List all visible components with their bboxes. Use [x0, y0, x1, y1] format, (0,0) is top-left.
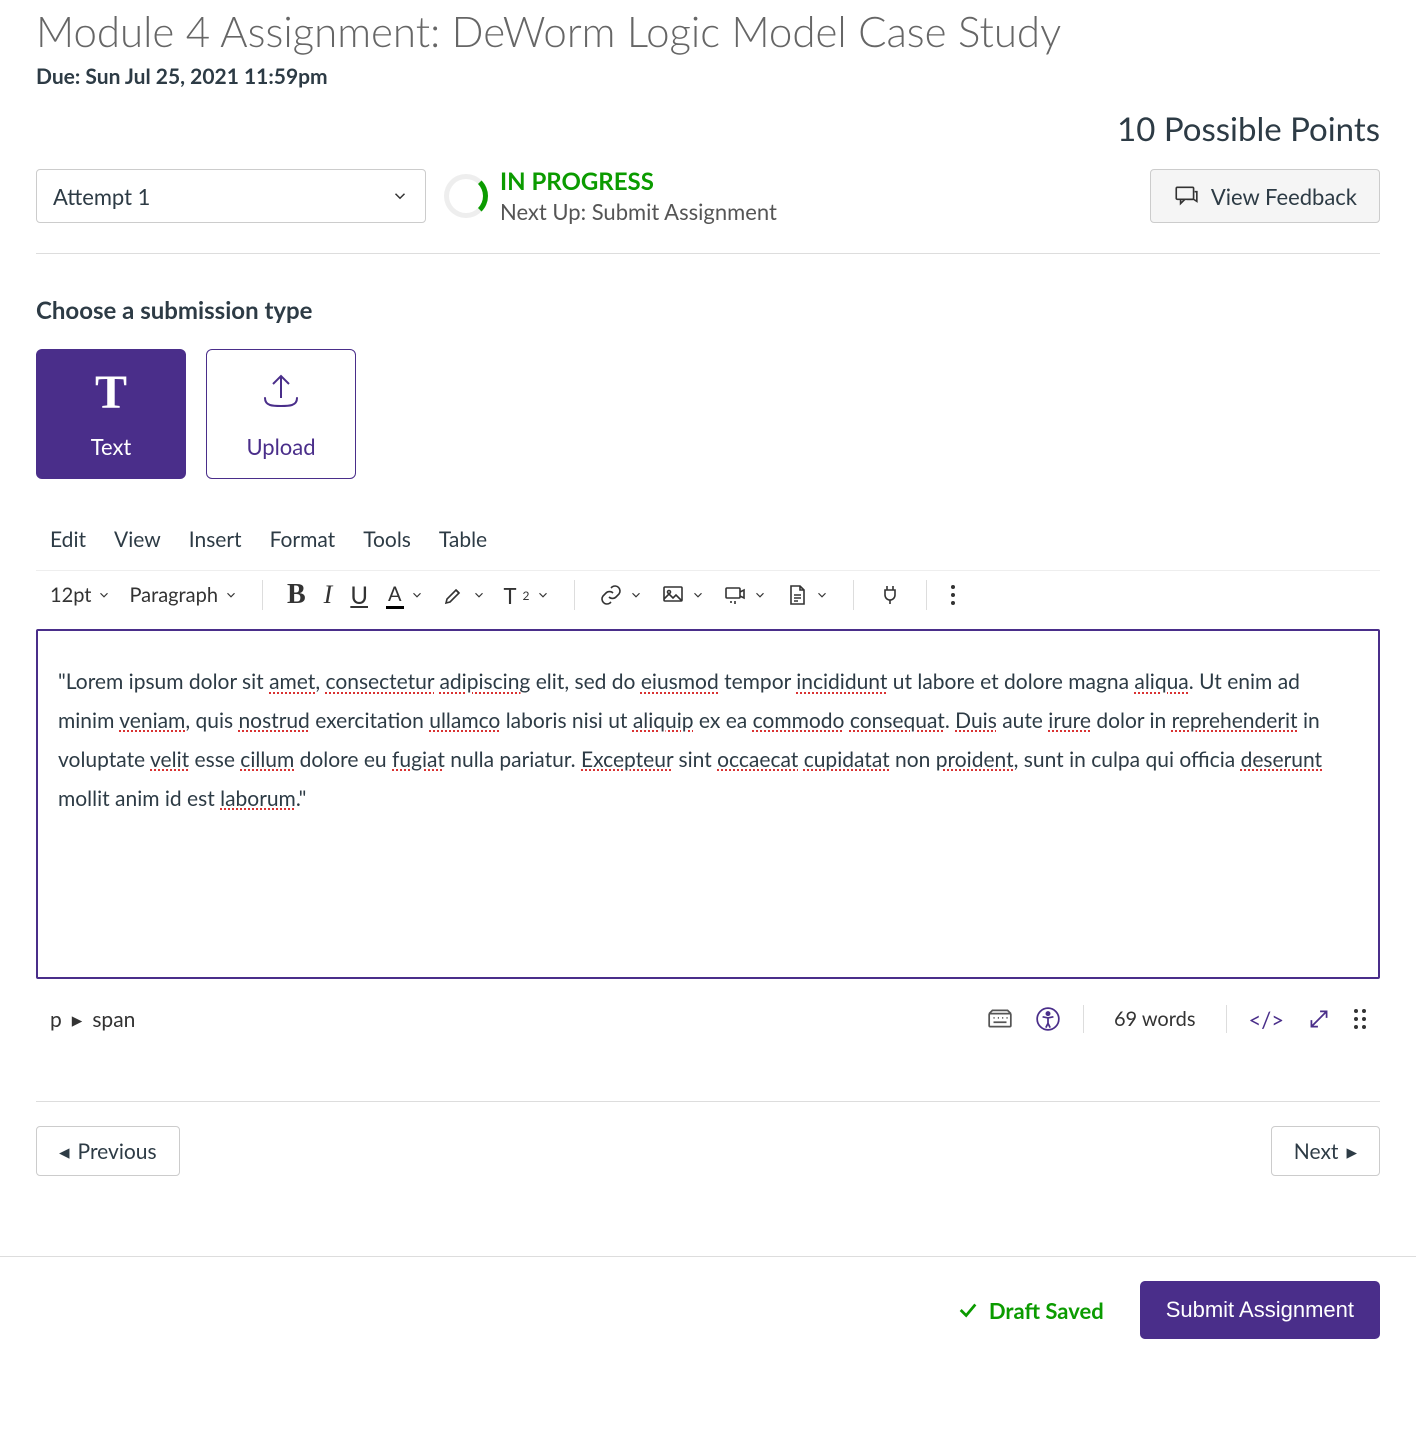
- block-format-select[interactable]: Paragraph: [129, 583, 238, 607]
- next-up-label: Next Up: Submit Assignment: [500, 198, 777, 225]
- document-button[interactable]: [785, 583, 829, 607]
- path-span: span: [92, 1007, 135, 1032]
- chevron-down-icon: [410, 588, 424, 602]
- text-card-label: Text: [91, 433, 132, 460]
- editor-toolbar: 12pt Paragraph B I U A T2: [36, 570, 1380, 619]
- status-row: Attempt 1 IN PROGRESS Next Up: Submit As…: [36, 167, 1380, 254]
- upload-icon: [257, 368, 305, 417]
- highlighter-icon: [442, 583, 466, 607]
- accessibility-icon[interactable]: [1035, 1006, 1061, 1032]
- chevron-down-icon: [391, 187, 409, 205]
- divider: [1226, 1005, 1227, 1033]
- possible-points: 10 Possible Points: [36, 109, 1380, 149]
- fullscreen-icon[interactable]: [1306, 1006, 1332, 1032]
- feedback-icon: [1173, 183, 1199, 209]
- divider: [262, 580, 263, 610]
- menu-insert[interactable]: Insert: [189, 527, 242, 552]
- media-button[interactable]: [723, 583, 767, 607]
- font-size-label: 12pt: [50, 583, 91, 607]
- document-icon: [785, 583, 809, 607]
- editor-menubar: Edit View Insert Format Tools Table: [36, 527, 1380, 552]
- submission-type-cards: T Text Upload: [36, 349, 1380, 479]
- kebab-icon: [951, 585, 955, 605]
- previous-label: Previous: [78, 1139, 157, 1164]
- submission-type-text[interactable]: T Text: [36, 349, 186, 479]
- apps-button[interactable]: [878, 583, 902, 607]
- menu-edit[interactable]: Edit: [50, 527, 86, 552]
- html-view-button[interactable]: </>: [1249, 1006, 1284, 1033]
- path-p: p: [50, 1007, 62, 1032]
- submission-type-upload[interactable]: Upload: [206, 349, 356, 479]
- editor-content[interactable]: "Lorem ipsum dolor sit amet, consectetur…: [36, 629, 1380, 979]
- feedback-label: View Feedback: [1211, 183, 1357, 210]
- image-icon: [661, 583, 685, 607]
- page-title: Module 4 Assignment: DeWorm Logic Model …: [36, 6, 1380, 56]
- due-date: Due: Sun Jul 25, 2021 11:59pm: [36, 64, 1380, 89]
- next-button[interactable]: Next ▸: [1271, 1126, 1380, 1176]
- text-color-button[interactable]: A: [386, 582, 424, 609]
- menu-format[interactable]: Format: [270, 527, 336, 552]
- previous-button[interactable]: ◂ Previous: [36, 1126, 180, 1176]
- chevron-down-icon: [97, 588, 111, 602]
- check-icon: [957, 1299, 979, 1321]
- more-footer-button[interactable]: [1354, 1009, 1366, 1029]
- block-format-label: Paragraph: [129, 583, 218, 607]
- upload-card-label: Upload: [246, 433, 315, 460]
- draft-saved-status: Draft Saved: [957, 1297, 1104, 1324]
- bottom-bar: Draft Saved Submit Assignment: [0, 1256, 1416, 1369]
- progress-circle-icon: [444, 174, 488, 218]
- link-button[interactable]: [599, 583, 643, 607]
- highlight-button[interactable]: [442, 583, 486, 607]
- image-button[interactable]: [661, 583, 705, 607]
- attempt-select[interactable]: Attempt 1: [36, 169, 426, 223]
- draft-saved-label: Draft Saved: [989, 1297, 1104, 1324]
- media-icon: [723, 583, 747, 607]
- chevron-down-icon: [691, 588, 705, 602]
- nav-row: ◂ Previous Next ▸: [36, 1101, 1380, 1256]
- submission-type-heading: Choose a submission type: [36, 296, 1380, 325]
- word-count: 69 words: [1106, 1007, 1204, 1031]
- italic-button[interactable]: I: [324, 580, 333, 610]
- superscript-button[interactable]: T2: [504, 582, 550, 609]
- caret-left-icon: ◂: [59, 1139, 70, 1164]
- menu-view[interactable]: View: [114, 527, 161, 552]
- menu-tools[interactable]: Tools: [363, 527, 411, 552]
- divider: [926, 580, 927, 610]
- menu-table[interactable]: Table: [439, 527, 487, 552]
- divider: [1083, 1005, 1084, 1033]
- caret-right-icon: ▸: [1346, 1139, 1357, 1164]
- more-toolbar-button[interactable]: [951, 585, 955, 605]
- progress-wrap: IN PROGRESS Next Up: Submit Assignment: [444, 167, 777, 225]
- underline-button[interactable]: U: [350, 581, 368, 610]
- next-label: Next: [1294, 1139, 1339, 1164]
- plug-icon: [878, 583, 902, 607]
- chevron-down-icon: [224, 588, 238, 602]
- drag-handle-icon: [1354, 1009, 1366, 1029]
- attempt-label: Attempt 1: [53, 183, 150, 210]
- chevron-down-icon: [472, 588, 486, 602]
- bold-button[interactable]: B: [287, 579, 306, 611]
- keyboard-icon[interactable]: [987, 1006, 1013, 1032]
- chevron-down-icon: [815, 588, 829, 602]
- chevron-down-icon: [536, 588, 550, 602]
- submit-assignment-button[interactable]: Submit Assignment: [1140, 1281, 1380, 1339]
- in-progress-label: IN PROGRESS: [500, 167, 777, 196]
- divider: [853, 580, 854, 610]
- chevron-down-icon: [753, 588, 767, 602]
- link-icon: [599, 583, 623, 607]
- view-feedback-button[interactable]: View Feedback: [1150, 169, 1380, 223]
- divider: [574, 580, 575, 610]
- editor-footer: p ▸ span 69 words </>: [36, 997, 1380, 1041]
- chevron-down-icon: [629, 588, 643, 602]
- path-separator-icon: ▸: [72, 1007, 83, 1032]
- element-path[interactable]: p ▸ span: [50, 1007, 135, 1032]
- font-size-select[interactable]: 12pt: [50, 583, 111, 607]
- text-icon: T: [95, 369, 127, 417]
